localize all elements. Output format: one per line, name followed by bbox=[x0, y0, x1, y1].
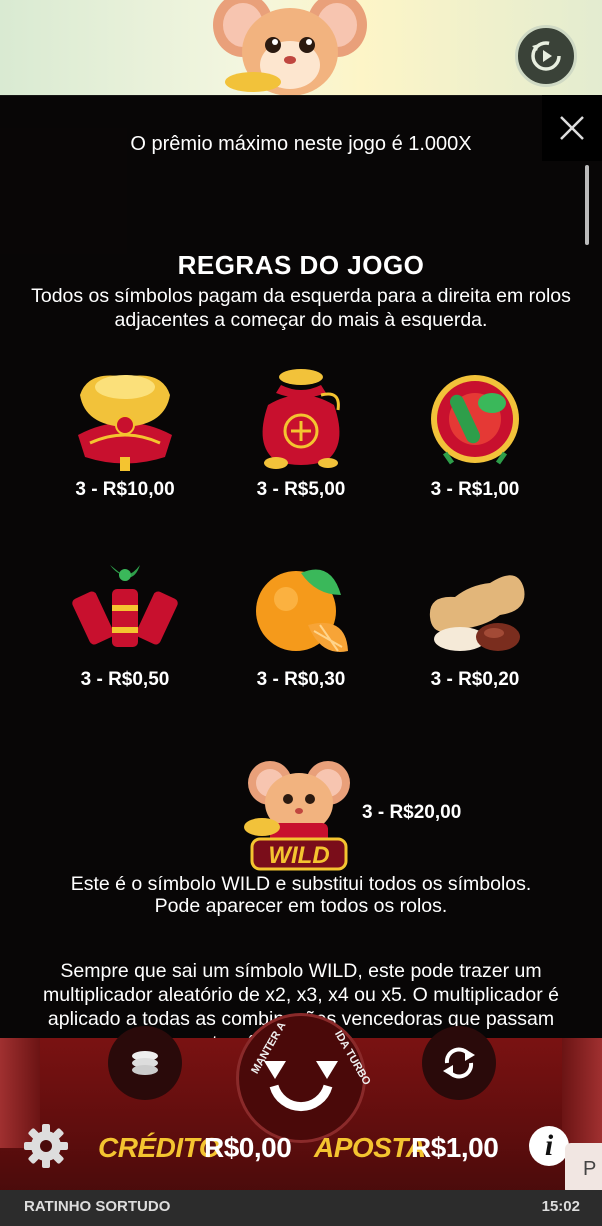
spin-button[interactable] bbox=[236, 1013, 366, 1143]
autoplay-button[interactable] bbox=[422, 1026, 496, 1100]
peanuts-icon bbox=[429, 575, 525, 651]
game-background-top bbox=[0, 0, 602, 96]
wild-desc-line1: Este é o símbolo WILD e substitui todos … bbox=[70, 873, 532, 895]
symbol-orange: 3 - R$0,30 bbox=[216, 555, 386, 691]
symbol-lucky-bag: 3 - R$5,00 bbox=[216, 365, 386, 501]
drum-icon bbox=[431, 375, 519, 465]
symbol-firecrackers: 3 - R$0,50 bbox=[40, 555, 210, 691]
symbol-payout: 3 - R$5,00 bbox=[256, 479, 346, 500]
scrollbar[interactable] bbox=[585, 165, 589, 245]
game-name: RATINHO SORTUDO bbox=[24, 1198, 171, 1215]
wild-description: Este é o símbolo WILD e substitui todos … bbox=[40, 873, 562, 917]
orange-icon bbox=[256, 569, 348, 652]
symbol-payout: 3 - R$1,00 bbox=[430, 479, 520, 500]
clock: 15:02 bbox=[541, 1198, 580, 1215]
wild-badge: WILD bbox=[268, 842, 329, 869]
gold-ingot-icon bbox=[78, 375, 172, 471]
max-prize-text: O prêmio máximo neste jogo é 1.000X bbox=[130, 133, 472, 155]
bet-label: APOSTA bbox=[314, 1132, 426, 1163]
symbol-peanuts: 3 - R$0,20 bbox=[390, 555, 560, 691]
wild-mouse-icon: WILD bbox=[244, 761, 350, 871]
mouse-mascot-icon bbox=[213, 0, 367, 96]
symbol-payout: 3 - R$10,00 bbox=[75, 479, 175, 500]
credit-label: CRÉDITO bbox=[98, 1132, 221, 1163]
credit-value: R$0,00 bbox=[204, 1132, 292, 1163]
replay-icon bbox=[531, 41, 561, 71]
wild-payout: 3 - R$20,00 bbox=[362, 802, 462, 823]
firecrackers-icon bbox=[72, 565, 178, 647]
info-button[interactable]: i bbox=[529, 1126, 569, 1166]
side-tab[interactable]: P bbox=[565, 1143, 602, 1195]
rules-description: Todos os símbolos pagam da esquerda para… bbox=[31, 285, 571, 331]
paytable-overlay[interactable]: O prêmio máximo neste jogo é 1.000X REGR… bbox=[0, 95, 602, 1038]
bet-value: R$1,00 bbox=[411, 1132, 499, 1163]
bet-coins-button[interactable] bbox=[108, 1026, 182, 1100]
symbol-payout: 3 - R$0,30 bbox=[256, 669, 346, 690]
wild-desc-line2: Pode aparecer em todos os rolos. bbox=[154, 895, 448, 917]
autoplay-icon bbox=[443, 1047, 475, 1079]
balance-row: CRÉDITO R$0,00 APOSTA R$1,00 bbox=[0, 1128, 602, 1174]
rules-title: REGRAS DO JOGO bbox=[177, 250, 425, 280]
symbol-gold-ingot: 3 - R$10,00 bbox=[40, 365, 210, 501]
lucky-bag-icon bbox=[262, 369, 340, 469]
footer-bar: RATINHO SORTUDO 15:02 bbox=[0, 1190, 602, 1226]
symbol-payout: 3 - R$0,50 bbox=[80, 669, 170, 690]
coins-icon bbox=[132, 1051, 158, 1075]
symbol-drum: 3 - R$1,00 bbox=[390, 365, 560, 501]
symbol-payout: 3 - R$0,20 bbox=[430, 669, 520, 690]
replay-button[interactable] bbox=[515, 25, 577, 87]
